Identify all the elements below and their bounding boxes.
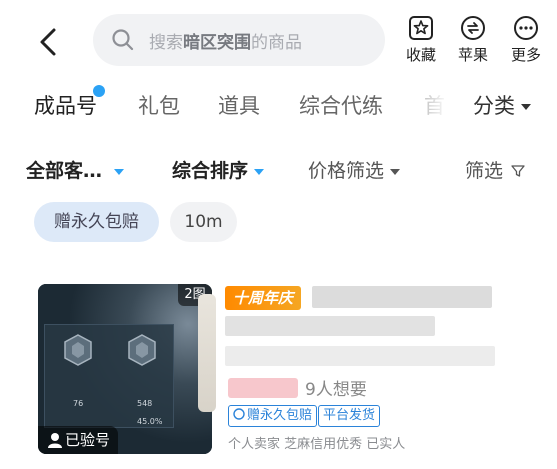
advanced-filter[interactable]: 筛选 xyxy=(465,156,525,183)
new-dot-badge xyxy=(93,85,105,97)
apple-platform-icon xyxy=(461,16,485,40)
want-count: 9人想要 xyxy=(305,380,367,400)
chevron-down-icon xyxy=(254,168,265,175)
client-filter[interactable]: 全部客… xyxy=(26,156,125,183)
chip-permanent-guarantee[interactable]: 赠永久包赔 xyxy=(34,202,159,242)
sort-filter[interactable]: 综合排序 xyxy=(172,156,265,183)
seller-info: 个人卖家 芝麻信用优秀 已实人 xyxy=(228,437,406,452)
tab-boosting[interactable]: 综合代练 xyxy=(299,90,383,120)
favorite-button[interactable]: 收藏 xyxy=(398,14,444,65)
price-filter[interactable]: 价格筛选 xyxy=(308,156,401,183)
tab-gift-pack[interactable]: 礼包 xyxy=(138,90,180,120)
apple-platform-button[interactable]: 苹果 xyxy=(450,14,496,65)
category-tabs: 成品号 礼包 道具 综合代练 首 分类 xyxy=(0,82,557,132)
game-stats-panel: 76 548 45.0% xyxy=(44,324,174,428)
search-bar[interactable]: 搜索暗区突围的商品 xyxy=(93,14,385,66)
verified-badge: 已验号 xyxy=(38,426,119,454)
filter-bar: 全部客… 综合排序 价格筛选 筛选 xyxy=(0,140,557,196)
listing-thumbnail[interactable]: 76 548 45.0% 2图 已验号 xyxy=(38,284,212,454)
search-icon xyxy=(112,29,134,51)
verified-label: 已验号 xyxy=(65,431,111,449)
chevron-down-icon xyxy=(390,168,401,175)
top-bar: 搜索暗区突围的商品 收藏 苹果 更多 xyxy=(0,0,557,82)
listing-desc-redacted xyxy=(225,316,435,336)
anniversary-promo-tag: 十周年庆 xyxy=(225,286,302,310)
price-redacted xyxy=(228,378,298,398)
tab-items[interactable]: 道具 xyxy=(218,90,260,120)
shield-icon xyxy=(233,408,245,420)
favorite-star-icon xyxy=(409,16,433,40)
more-label: 更多 xyxy=(510,46,541,64)
tag-permanent-guarantee: 赠永久包赔 xyxy=(228,405,318,427)
more-dots-icon xyxy=(514,16,538,40)
character-figure xyxy=(198,294,216,412)
category-menu-button[interactable]: 分类 xyxy=(473,90,531,120)
tabs-fade-overlay xyxy=(398,82,470,132)
rank-badge-icon xyxy=(64,334,92,366)
chip-10m[interactable]: 10m xyxy=(170,202,237,242)
filter-funnel-icon xyxy=(511,165,525,177)
rank-badge-icon xyxy=(128,334,156,366)
user-icon xyxy=(48,433,62,448)
listing-desc-redacted xyxy=(225,346,495,366)
chevron-down-icon xyxy=(521,104,531,110)
search-placeholder: 搜索暗区突围的商品 xyxy=(149,33,302,53)
tab-finished-account[interactable]: 成品号 xyxy=(34,90,97,120)
chevron-down-icon xyxy=(114,168,125,175)
listing-title-redacted xyxy=(312,286,492,308)
more-button[interactable]: 更多 xyxy=(503,14,549,65)
back-arrow-icon[interactable] xyxy=(30,22,70,62)
favorite-label: 收藏 xyxy=(405,46,436,64)
tag-platform-delivery: 平台发货 xyxy=(318,405,381,427)
apple-platform-label: 苹果 xyxy=(457,46,488,64)
